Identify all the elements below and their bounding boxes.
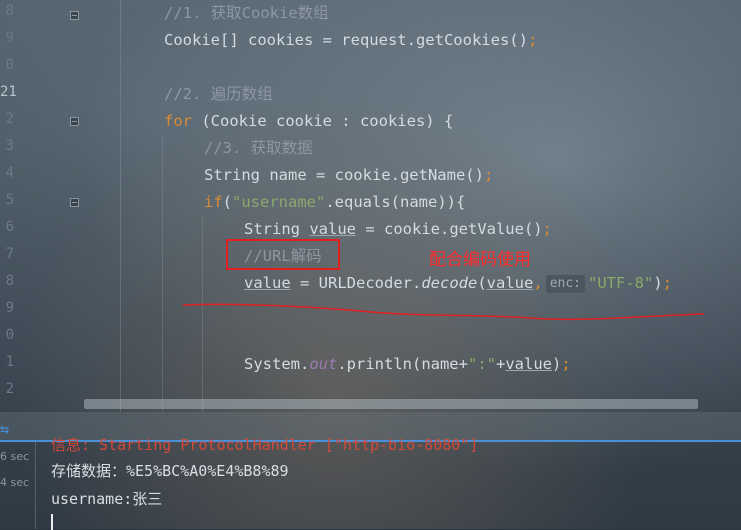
elapsed-time: 4 sec: [0, 476, 30, 489]
text-cursor: [51, 514, 53, 530]
arrow-icon[interactable]: ⇆: [0, 420, 14, 438]
console-output-line: username:张三: [51, 490, 163, 508]
code-editor[interactable]: 8 9 0 21 2 3 4 5 6 7 8 9 0 1 2 //1. 获取Co…: [0, 0, 741, 412]
run-console: ⇆ 6 sec 4 sec 信息: Starting ProtocolHandl…: [0, 412, 741, 529]
console-log-line: 信息: Starting ProtocolHandler ["http-bio-…: [51, 436, 479, 454]
elapsed-time: 6 sec: [0, 450, 30, 463]
horizontal-scrollbar[interactable]: [84, 399, 698, 409]
console-output-line: 存储数据：%E5%BC%A0%E4%B8%89: [51, 462, 289, 480]
underline-annotation: [182, 303, 705, 321]
console-gutter: [35, 442, 36, 529]
